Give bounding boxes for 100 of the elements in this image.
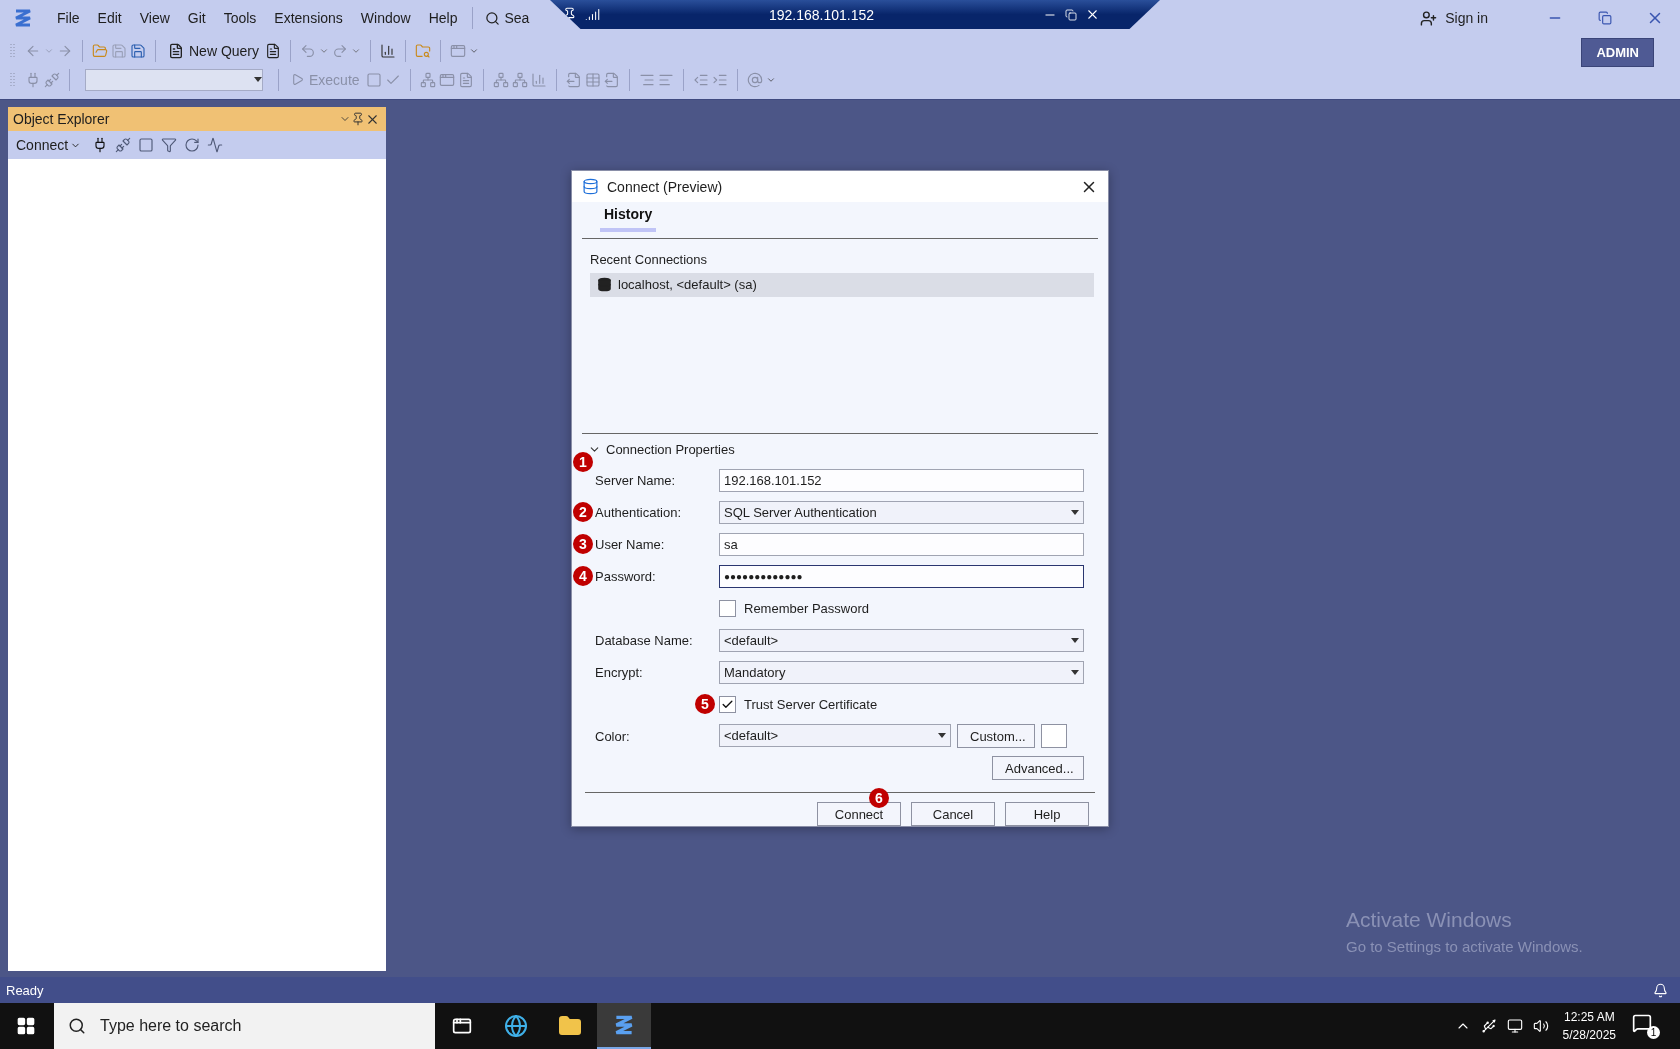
new-query-button[interactable]: New Query <box>165 40 263 61</box>
usb-icon[interactable] <box>1480 1018 1497 1034</box>
input-field[interactable]: 192.168.101.152 <box>719 468 1084 492</box>
bell-icon[interactable] <box>1653 982 1668 998</box>
filter-icon[interactable] <box>161 137 178 153</box>
menu-item[interactable]: File <box>48 6 89 30</box>
section-heading: Recent Connections <box>590 251 709 267</box>
at-icon[interactable] <box>746 71 763 88</box>
field-label: User Name: <box>595 536 666 552</box>
dropdown-caret-icon <box>1071 637 1079 643</box>
activation-text: Go to Settings to activate Windows. <box>1346 938 1583 955</box>
diagram-icon[interactable] <box>419 71 436 88</box>
input-field[interactable]: sa <box>719 532 1084 556</box>
dialog-title: Connect (Preview) <box>607 178 724 195</box>
folder-search-icon[interactable] <box>415 42 432 59</box>
grip-icon[interactable] <box>10 41 16 60</box>
table-icon[interactable] <box>584 71 601 88</box>
dropdown-caret-icon <box>254 77 262 82</box>
field-label: Server Name: <box>595 472 677 488</box>
dialog-button[interactable]: Help <box>1005 802 1089 826</box>
redo-icon[interactable] <box>332 42 349 59</box>
undo-icon[interactable] <box>300 42 317 59</box>
menu-item[interactable]: Extensions <box>265 6 352 30</box>
step-badge: 3 <box>573 534 593 554</box>
database-icon <box>597 277 612 293</box>
play-icon <box>291 73 304 86</box>
search-icon <box>485 10 501 26</box>
remote-session-title: 192.168.101.152 <box>767 6 876 23</box>
search-icon <box>68 1017 86 1035</box>
connect-button[interactable]: Connect <box>16 137 86 153</box>
dialog-button[interactable]: Cancel <box>911 802 995 826</box>
menu-item[interactable]: Help <box>419 6 467 30</box>
document-icon[interactable] <box>265 42 282 59</box>
account-badge[interactable]: ADMIN <box>1581 38 1654 67</box>
unplug-icon[interactable] <box>44 71 60 88</box>
dropdown[interactable]: <default> <box>719 724 951 747</box>
window-icon[interactable] <box>450 42 467 59</box>
color-swatch[interactable] <box>1041 724 1067 748</box>
field-label: Encrypt: <box>595 664 644 680</box>
file-icon[interactable] <box>603 71 620 88</box>
advanced-button[interactable]: Advanced... <box>992 756 1084 780</box>
checkbox-label: Trust Server Certificate <box>744 696 878 712</box>
database-dropdown[interactable] <box>85 68 263 91</box>
input-field[interactable]: ●●●●●●●●●●●●● <box>719 564 1084 588</box>
field-label: Password: <box>595 568 657 584</box>
volume-icon[interactable] <box>1532 1018 1549 1034</box>
checkbox[interactable] <box>719 695 736 713</box>
restore-icon[interactable] <box>1065 8 1077 21</box>
stop-icon[interactable] <box>365 71 382 88</box>
database-icon <box>582 178 599 196</box>
document-icon <box>168 42 184 59</box>
taskbar-search-field[interactable]: Type here to search <box>54 1003 435 1049</box>
step-badge: 6 <box>869 788 889 808</box>
dropdown-caret-icon <box>1071 669 1079 675</box>
dropdown[interactable]: <default> <box>719 628 1084 652</box>
network-icon[interactable] <box>1506 1018 1523 1034</box>
field-label: Color: <box>595 728 631 744</box>
section-heading: Connection Properties <box>606 442 735 458</box>
menu-item[interactable]: Window <box>351 6 420 30</box>
save-icon[interactable] <box>111 42 127 59</box>
search-field[interactable]: Sea <box>485 10 530 26</box>
pulse-icon[interactable] <box>207 137 224 153</box>
chart-icon[interactable] <box>380 42 397 59</box>
step-badge: 5 <box>695 694 715 714</box>
step-badge: 1 <box>573 452 593 472</box>
menu-item[interactable]: Git <box>178 6 215 30</box>
dialog-button[interactable]: Connect <box>817 802 901 826</box>
step-badge: 2 <box>573 502 593 522</box>
refresh-icon[interactable] <box>184 137 201 153</box>
close-icon[interactable] <box>1085 7 1100 22</box>
grip-icon[interactable] <box>10 70 16 89</box>
save-all-icon[interactable] <box>130 42 146 59</box>
menu-item[interactable]: View <box>130 6 179 30</box>
dropdown-caret-icon <box>1071 509 1079 515</box>
sign-in-button[interactable]: Sign in <box>1414 8 1494 28</box>
user-add-icon <box>1420 9 1438 27</box>
menu-item[interactable]: Edit <box>88 6 131 30</box>
clock[interactable]: 12:25 AM 5/28/2025 <box>1562 1010 1616 1042</box>
diagram-icon[interactable] <box>511 71 528 88</box>
field-label: Authentication: <box>595 504 682 520</box>
stop-icon[interactable] <box>138 137 155 153</box>
dropdown-caret-icon <box>938 733 946 738</box>
status-text: Ready <box>6 982 45 998</box>
menu-item[interactable]: Tools <box>214 6 266 30</box>
signal-icon[interactable] <box>585 7 600 22</box>
dropdown[interactable]: Mandatory <box>719 660 1084 684</box>
dropdown[interactable]: SQL Server Authentication <box>719 500 1084 524</box>
panel-title: Object Explorer <box>13 111 111 127</box>
field-label: Database Name: <box>595 632 694 648</box>
export-icon[interactable] <box>565 71 582 88</box>
custom-button[interactable]: Custom... <box>957 724 1035 748</box>
step-badge: 4 <box>573 566 593 586</box>
diagram-icon[interactable] <box>492 71 509 88</box>
checkbox[interactable] <box>719 599 736 617</box>
app-icon[interactable] <box>597 1003 651 1049</box>
window-icon[interactable] <box>438 71 455 88</box>
unplug-icon[interactable] <box>115 137 132 153</box>
tab[interactable]: History <box>600 205 657 232</box>
recent-connection[interactable]: localhost, <default> (sa) <box>590 272 1094 297</box>
activation-title: Activate Windows <box>1346 908 1513 932</box>
